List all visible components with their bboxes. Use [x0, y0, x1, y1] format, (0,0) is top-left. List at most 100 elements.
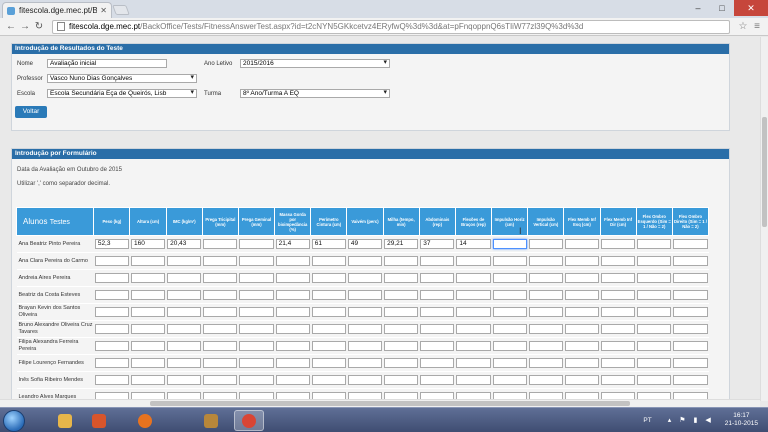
- escola-select[interactable]: Escola Secundária Eça de Queirós, Lisb: [47, 89, 197, 98]
- score-input[interactable]: [275, 358, 310, 368]
- score-input[interactable]: [94, 375, 129, 385]
- score-input[interactable]: [601, 273, 636, 283]
- score-input[interactable]: [673, 341, 708, 351]
- score-input[interactable]: [239, 256, 274, 266]
- score-input[interactable]: [420, 290, 455, 300]
- start-button[interactable]: [3, 410, 25, 432]
- score-input[interactable]: [528, 375, 563, 385]
- score-input[interactable]: [528, 273, 563, 283]
- score-input[interactable]: [492, 375, 527, 385]
- score-input[interactable]: [94, 341, 129, 351]
- score-input[interactable]: [275, 273, 310, 283]
- score-input[interactable]: [347, 375, 383, 385]
- score-input[interactable]: [492, 358, 527, 368]
- score-input[interactable]: [528, 239, 563, 249]
- network-icon[interactable]: ▮: [694, 416, 698, 424]
- close-tab-icon[interactable]: ✕: [100, 6, 107, 15]
- score-input[interactable]: 52,3: [94, 239, 129, 249]
- score-input[interactable]: [601, 375, 636, 385]
- score-input[interactable]: [564, 324, 600, 334]
- score-input[interactable]: [239, 324, 274, 334]
- score-input[interactable]: [203, 375, 238, 385]
- score-input[interactable]: [311, 341, 346, 351]
- score-input[interactable]: [94, 307, 129, 317]
- score-input[interactable]: [456, 324, 491, 334]
- score-input[interactable]: [492, 239, 527, 249]
- score-input[interactable]: [94, 273, 129, 283]
- score-input[interactable]: [456, 375, 491, 385]
- score-input[interactable]: [420, 324, 455, 334]
- score-input[interactable]: [420, 273, 455, 283]
- score-input[interactable]: [203, 341, 238, 351]
- forward-arrow-icon[interactable]: →: [18, 21, 32, 32]
- browser-tab[interactable]: fitescola.dge.mec.pt/Back ✕: [2, 2, 112, 18]
- score-input[interactable]: [167, 256, 202, 266]
- score-input[interactable]: [637, 273, 672, 283]
- score-input[interactable]: [456, 290, 491, 300]
- taskbar-app-button[interactable]: [50, 410, 80, 431]
- score-input[interactable]: [167, 273, 202, 283]
- score-input[interactable]: [275, 290, 310, 300]
- taskbar-app-button[interactable]: [130, 410, 160, 431]
- score-input[interactable]: [456, 256, 491, 266]
- score-input[interactable]: [601, 341, 636, 351]
- address-bar[interactable]: fitescola.dge.mec.pt/BackOffice/Tests/Fi…: [52, 19, 730, 34]
- score-input[interactable]: [601, 358, 636, 368]
- score-input[interactable]: [94, 256, 129, 266]
- score-input[interactable]: [528, 324, 563, 334]
- horizontal-scroll-thumb[interactable]: [150, 401, 630, 406]
- score-input[interactable]: [130, 256, 166, 266]
- professor-select[interactable]: Vasco Nuno Dias Gonçalves: [47, 74, 197, 83]
- score-input[interactable]: [347, 341, 383, 351]
- score-input[interactable]: [239, 307, 274, 317]
- score-input[interactable]: [673, 375, 708, 385]
- vertical-scroll-thumb[interactable]: [762, 117, 767, 227]
- score-input[interactable]: [456, 358, 491, 368]
- score-input[interactable]: [275, 324, 310, 334]
- score-input[interactable]: [564, 358, 600, 368]
- taskbar-app-button[interactable]: [196, 410, 226, 431]
- score-input[interactable]: [384, 324, 419, 334]
- score-input[interactable]: 61: [311, 239, 346, 249]
- score-input[interactable]: [203, 290, 238, 300]
- score-input[interactable]: [167, 341, 202, 351]
- score-input[interactable]: [564, 375, 600, 385]
- score-input[interactable]: [239, 375, 274, 385]
- score-input[interactable]: [601, 324, 636, 334]
- score-input[interactable]: [203, 239, 238, 249]
- score-input[interactable]: [673, 324, 708, 334]
- maximize-icon[interactable]: □: [710, 0, 734, 16]
- score-input[interactable]: [203, 256, 238, 266]
- score-input[interactable]: [384, 358, 419, 368]
- clock[interactable]: 16:17 21-10-2015: [725, 412, 758, 428]
- score-input[interactable]: [420, 307, 455, 317]
- score-input[interactable]: [456, 341, 491, 351]
- new-tab-button[interactable]: [112, 5, 130, 15]
- horizontal-scrollbar[interactable]: [0, 399, 760, 407]
- score-input[interactable]: [130, 375, 166, 385]
- score-input[interactable]: [637, 324, 672, 334]
- tray-arrow-icon[interactable]: ▴: [668, 416, 672, 424]
- score-input[interactable]: [275, 341, 310, 351]
- score-input[interactable]: [492, 324, 527, 334]
- back-arrow-icon[interactable]: ←: [4, 21, 18, 32]
- menu-icon[interactable]: ≡: [750, 21, 764, 32]
- score-input[interactable]: [637, 239, 672, 249]
- score-input[interactable]: [384, 256, 419, 266]
- score-input[interactable]: [130, 290, 166, 300]
- score-input[interactable]: [130, 307, 166, 317]
- score-input[interactable]: [347, 307, 383, 317]
- score-input[interactable]: [311, 375, 346, 385]
- score-input[interactable]: [94, 290, 129, 300]
- vertical-scrollbar[interactable]: [760, 37, 768, 401]
- score-input[interactable]: [673, 307, 708, 317]
- score-input[interactable]: [637, 256, 672, 266]
- score-input[interactable]: [673, 273, 708, 283]
- nome-input[interactable]: Avaliação inicial: [47, 59, 167, 68]
- score-input[interactable]: [94, 324, 129, 334]
- score-input[interactable]: [673, 358, 708, 368]
- score-input[interactable]: [637, 358, 672, 368]
- score-input[interactable]: [130, 341, 166, 351]
- score-input[interactable]: [420, 375, 455, 385]
- score-input[interactable]: 21,4: [275, 239, 310, 249]
